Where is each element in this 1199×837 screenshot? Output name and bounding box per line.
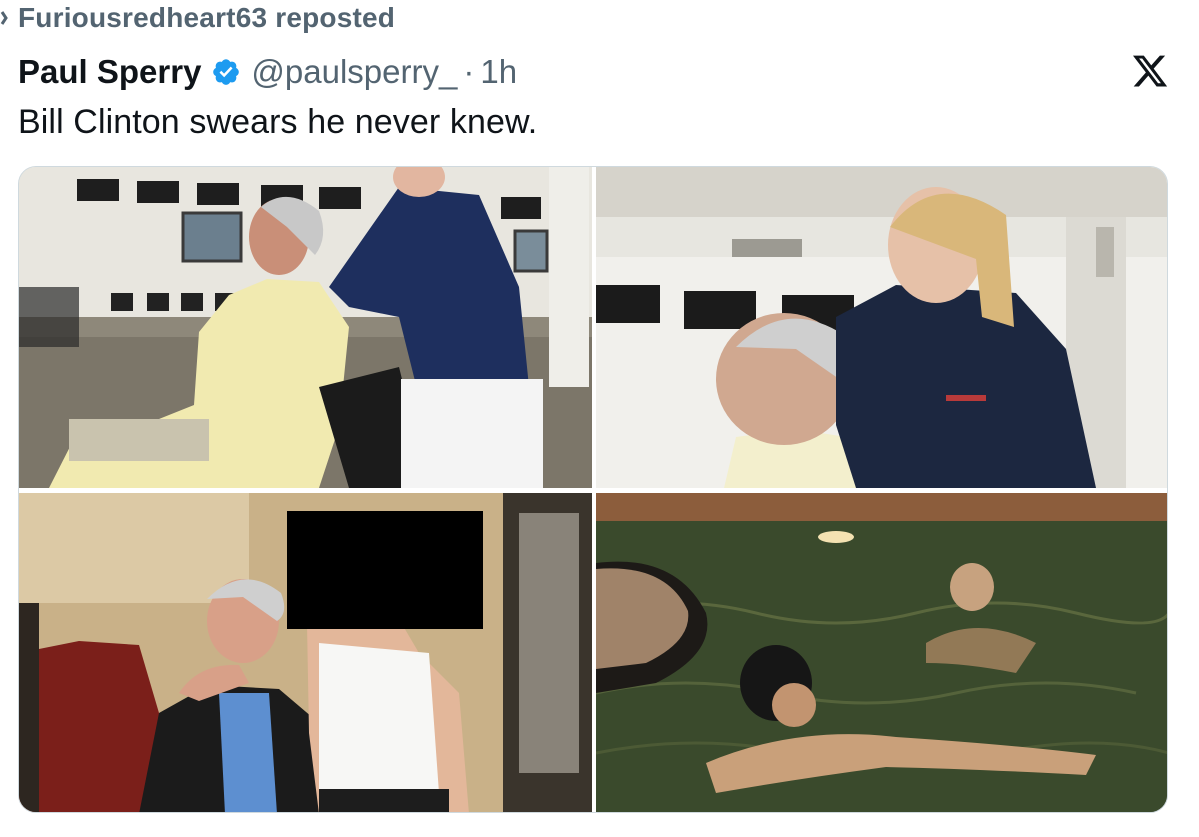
separator-dot: · [463, 53, 475, 90]
x-logo-icon[interactable] [1131, 52, 1169, 90]
photo-2[interactable] [596, 167, 1167, 488]
repost-icon [0, 11, 8, 25]
author-name[interactable]: Paul Sperry [18, 53, 201, 91]
media-grid [18, 166, 1168, 813]
photo-3-image [19, 493, 592, 812]
photo-2-image [596, 167, 1167, 488]
verified-badge-icon [213, 59, 240, 85]
repost-label: Furiousredheart63 reposted [18, 2, 396, 33]
repost-indicator[interactable]: Furiousredheart63 reposted [0, 0, 395, 40]
author-handle[interactable]: @paulsperry_ [251, 53, 457, 91]
post-timestamp[interactable]: 1h [480, 53, 517, 91]
post-author-row: Paul Sperry @paulsperry_ · 1h [18, 50, 517, 94]
post-text: Bill Clinton swears he never knew. [18, 103, 538, 141]
photo-4-image [596, 493, 1167, 812]
photo-1-image [19, 167, 592, 488]
photo-4[interactable] [596, 493, 1167, 812]
photo-1[interactable] [19, 167, 592, 488]
photo-3[interactable] [19, 493, 592, 812]
